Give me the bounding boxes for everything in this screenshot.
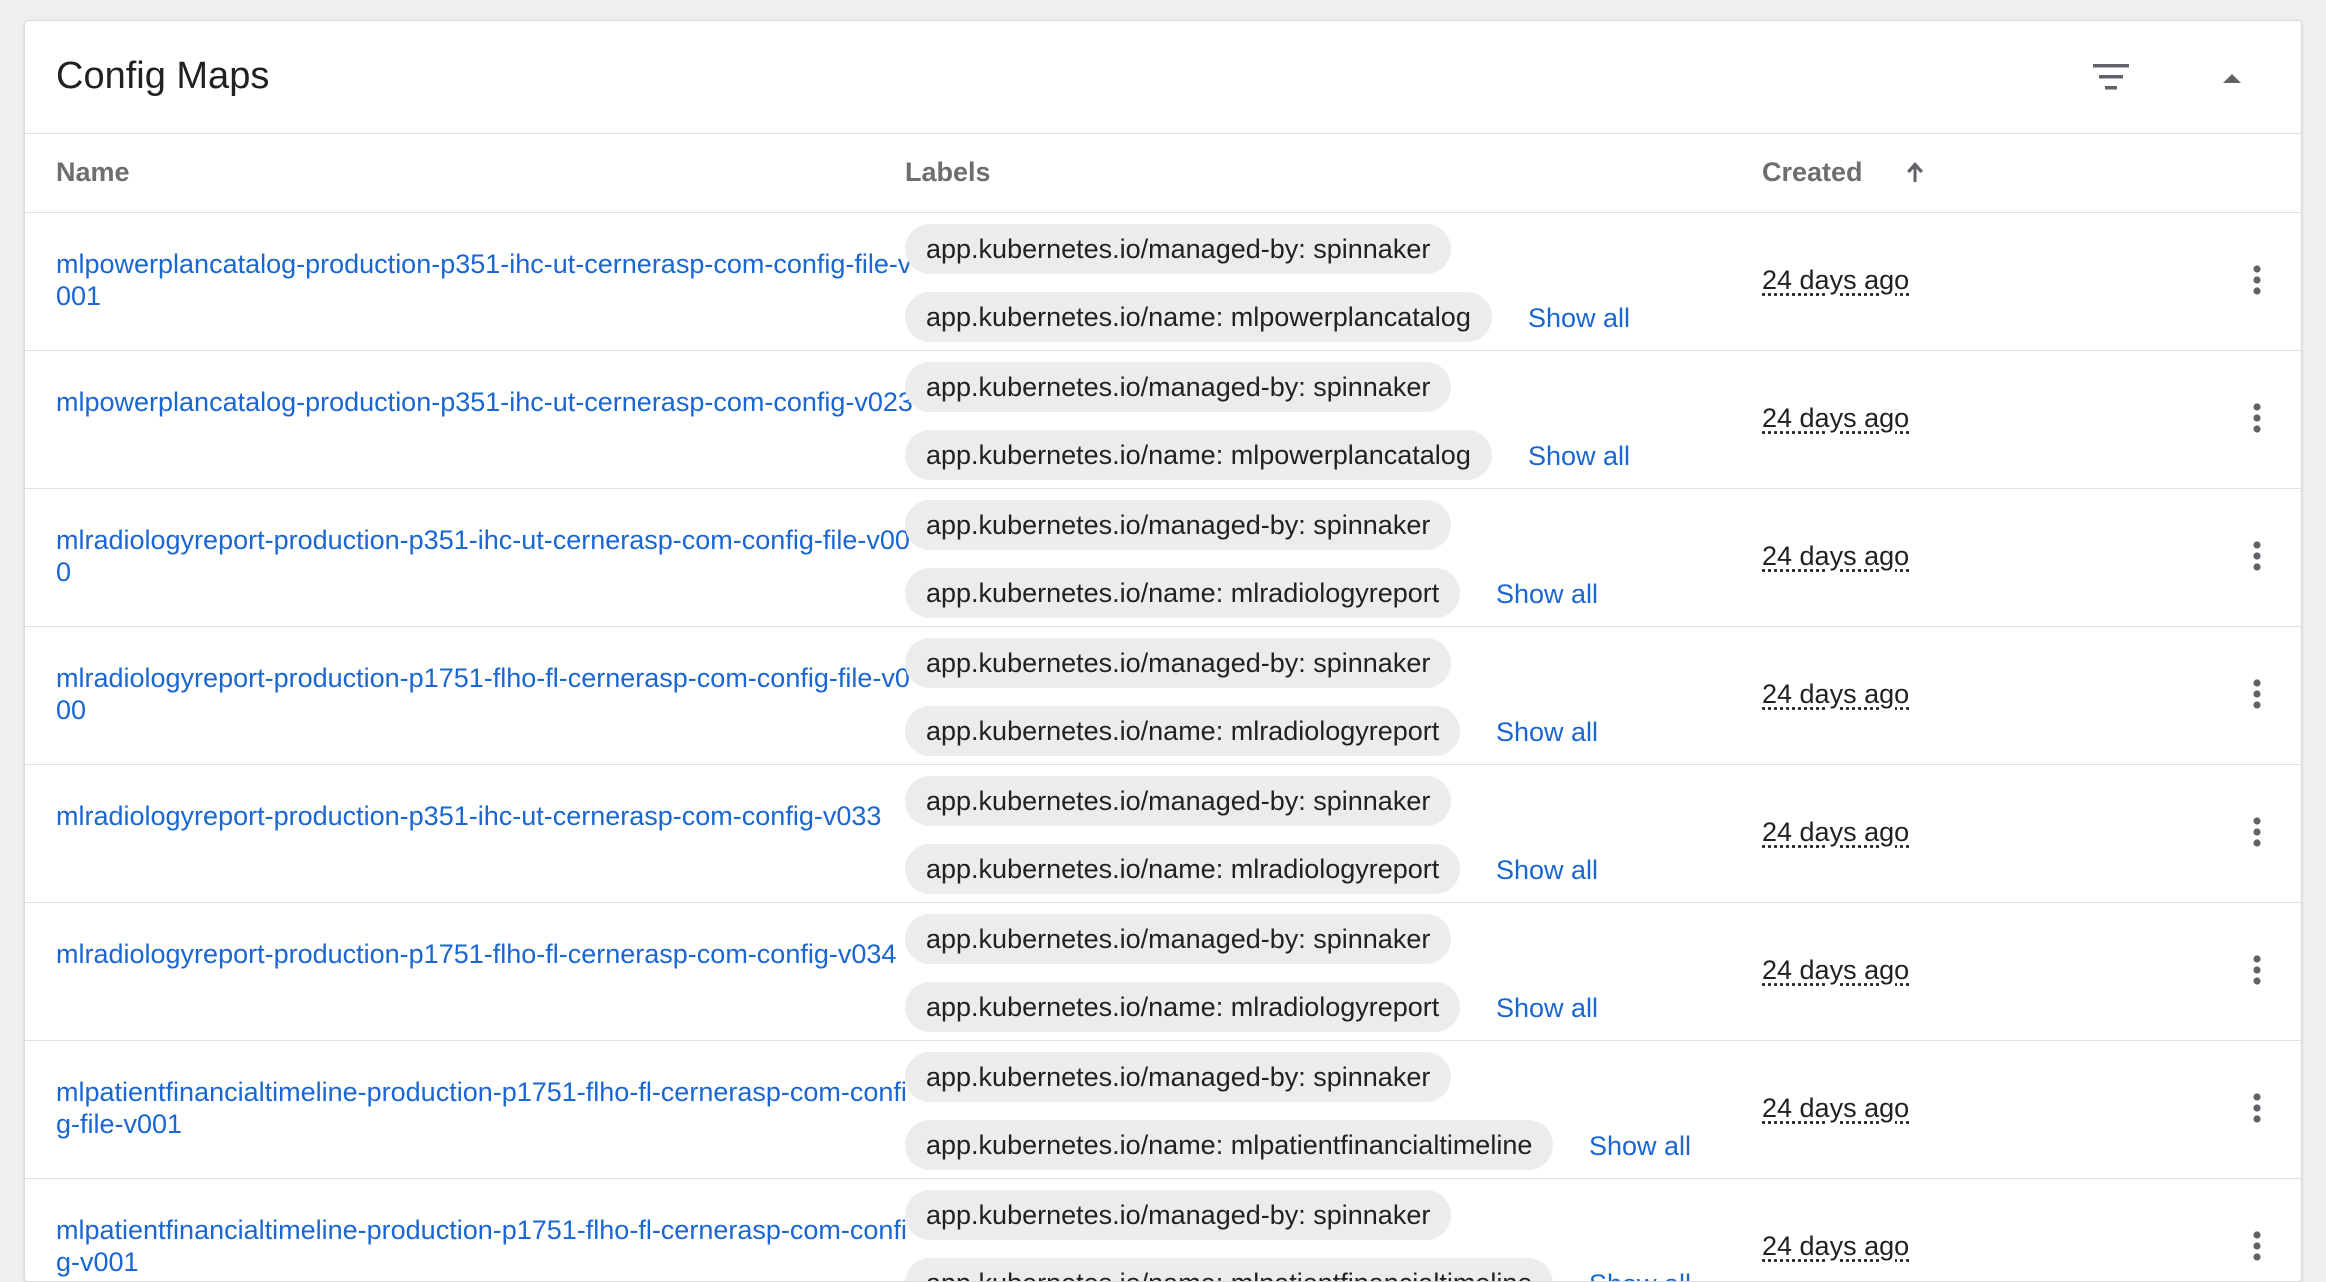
created-time: 24 days ago <box>1762 679 1910 709</box>
config-map-name-link[interactable]: mlpatientfinancialtimeline-production-p1… <box>56 1076 916 1140</box>
label-chip: app.kubernetes.io/managed-by: spinnaker <box>905 224 1452 274</box>
table-row: mlpatientfinancialtimeline-production-p1… <box>25 1041 2301 1179</box>
created-time: 24 days ago <box>1762 1231 1910 1261</box>
filter-button[interactable] <box>2083 49 2139 105</box>
row-menu-button[interactable] <box>2232 393 2282 443</box>
show-all-link[interactable]: Show all <box>1496 855 1598 886</box>
created-time: 24 days ago <box>1762 955 1910 985</box>
show-all-link[interactable]: Show all <box>1528 303 1630 334</box>
label-chip: app.kubernetes.io/name: mlpowerplancatal… <box>905 292 1492 342</box>
table-row: mlradiologyreport-production-p1751-flho-… <box>25 627 2301 765</box>
config-map-name-link[interactable]: mlpowerplancatalog-production-p351-ihc-u… <box>56 248 916 312</box>
row-menu-button[interactable] <box>2232 531 2282 581</box>
more-vert-icon <box>2253 541 2261 571</box>
show-all-link[interactable]: Show all <box>1496 579 1598 610</box>
table-row: mlradiologyreport-production-p1751-flho-… <box>25 903 2301 1041</box>
panel-header: Config Maps <box>25 21 2301 134</box>
more-vert-icon <box>2253 955 2261 985</box>
table-row: mlradiologyreport-production-p351-ihc-ut… <box>25 489 2301 627</box>
label-chip: app.kubernetes.io/name: mlpowerplancatal… <box>905 430 1492 480</box>
table-body: mlpowerplancatalog-production-p351-ihc-u… <box>25 213 2301 1281</box>
label-chip: app.kubernetes.io/name: mlpatientfinanci… <box>905 1120 1554 1170</box>
table-row: mlradiologyreport-production-p351-ihc-ut… <box>25 765 2301 903</box>
table-row: mlpatientfinancialtimeline-production-p1… <box>25 1179 2301 1281</box>
label-chip: app.kubernetes.io/managed-by: spinnaker <box>905 1190 1452 1240</box>
label-chip: app.kubernetes.io/name: mlradiologyrepor… <box>905 982 1461 1032</box>
more-vert-icon <box>2253 1231 2261 1261</box>
more-vert-icon <box>2253 403 2261 433</box>
config-map-name-link[interactable]: mlpowerplancatalog-production-p351-ihc-u… <box>56 386 916 418</box>
more-vert-icon <box>2253 1093 2261 1123</box>
row-menu-button[interactable] <box>2232 669 2282 719</box>
label-chip: app.kubernetes.io/name: mlradiologyrepor… <box>905 568 1461 618</box>
row-menu-button[interactable] <box>2232 1221 2282 1271</box>
panel-title: Config Maps <box>56 55 270 97</box>
table-row: mlpowerplancatalog-production-p351-ihc-u… <box>25 213 2301 351</box>
arrow-drop-up-icon <box>2223 74 2241 83</box>
label-chip: app.kubernetes.io/name: mlradiologyrepor… <box>905 844 1461 894</box>
filter-list-icon <box>2093 64 2129 90</box>
row-menu-button[interactable] <box>2232 1083 2282 1133</box>
column-header-created[interactable]: Created <box>1762 157 1863 188</box>
config-maps-panel: Config Maps Name Labels Created mlpowerp… <box>24 20 2302 1282</box>
show-all-link[interactable]: Show all <box>1589 1269 1691 1281</box>
created-time: 24 days ago <box>1762 541 1910 571</box>
label-chip: app.kubernetes.io/managed-by: spinnaker <box>905 362 1452 412</box>
created-time: 24 days ago <box>1762 403 1910 433</box>
label-chip: app.kubernetes.io/managed-by: spinnaker <box>905 638 1452 688</box>
label-chip: app.kubernetes.io/name: mlpatientfinanci… <box>905 1258 1554 1281</box>
table-row: mlpowerplancatalog-production-p351-ihc-u… <box>25 351 2301 489</box>
row-menu-button[interactable] <box>2232 255 2282 305</box>
label-chip: app.kubernetes.io/name: mlradiologyrepor… <box>905 706 1461 756</box>
table-header-row: Name Labels Created <box>25 134 2301 213</box>
config-map-name-link[interactable]: mlradiologyreport-production-p351-ihc-ut… <box>56 524 916 588</box>
more-vert-icon <box>2253 265 2261 295</box>
label-chip: app.kubernetes.io/managed-by: spinnaker <box>905 914 1452 964</box>
created-time: 24 days ago <box>1762 1093 1910 1123</box>
collapse-button[interactable] <box>2204 49 2260 105</box>
show-all-link[interactable]: Show all <box>1528 441 1630 472</box>
config-map-name-link[interactable]: mlradiologyreport-production-p1751-flho-… <box>56 938 916 970</box>
more-vert-icon <box>2253 679 2261 709</box>
config-map-name-link[interactable]: mlradiologyreport-production-p1751-flho-… <box>56 662 916 726</box>
row-menu-button[interactable] <box>2232 807 2282 857</box>
created-time: 24 days ago <box>1762 265 1910 295</box>
label-chip: app.kubernetes.io/managed-by: spinnaker <box>905 776 1452 826</box>
created-time: 24 days ago <box>1762 817 1910 847</box>
more-vert-icon <box>2253 817 2261 847</box>
show-all-link[interactable]: Show all <box>1496 993 1598 1024</box>
config-map-name-link[interactable]: mlpatientfinancialtimeline-production-p1… <box>56 1214 916 1278</box>
column-header-name: Name <box>56 157 130 187</box>
arrow-upward-icon[interactable] <box>1895 152 1935 192</box>
column-header-labels: Labels <box>905 157 991 187</box>
show-all-link[interactable]: Show all <box>1496 717 1598 748</box>
row-menu-button[interactable] <box>2232 945 2282 995</box>
config-map-name-link[interactable]: mlradiologyreport-production-p351-ihc-ut… <box>56 800 916 832</box>
label-chip: app.kubernetes.io/managed-by: spinnaker <box>905 1052 1452 1102</box>
show-all-link[interactable]: Show all <box>1589 1131 1691 1162</box>
label-chip: app.kubernetes.io/managed-by: spinnaker <box>905 500 1452 550</box>
